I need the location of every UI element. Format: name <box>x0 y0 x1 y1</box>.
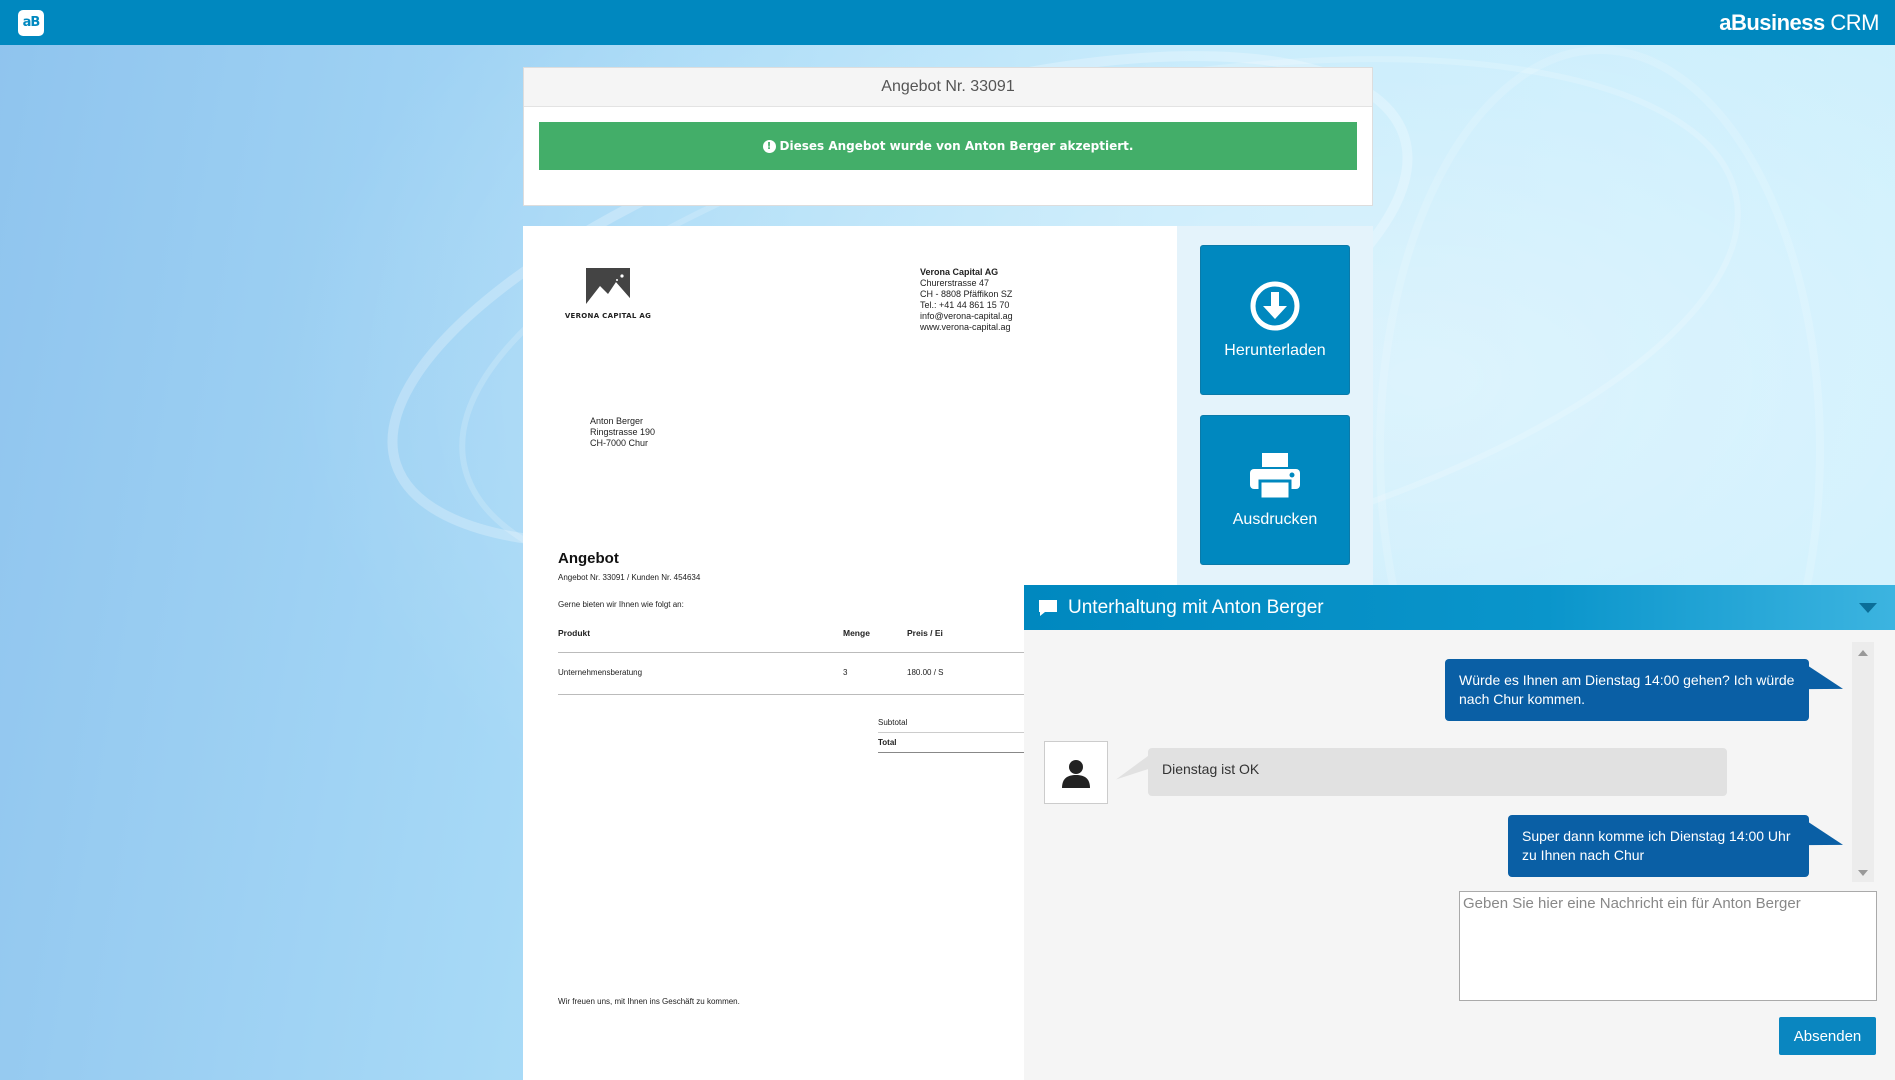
collapse-chevron-icon[interactable] <box>1859 603 1877 613</box>
info-icon: ! <box>762 139 776 153</box>
app-logo[interactable]: aB <box>18 9 44 36</box>
send-button[interactable]: Absenden <box>1779 1017 1876 1055</box>
company-logo-name: VERONA CAPITAL AG <box>564 312 652 320</box>
chat-message-incoming: Dienstag ist OK <box>1148 748 1727 796</box>
print-label: Ausdrucken <box>1232 511 1318 528</box>
sender-street: Churerstrasse 47 <box>920 278 990 288</box>
sender-city: CH - 8808 Pfäffikon SZ <box>920 289 1013 299</box>
document-heading: Angebot <box>558 550 619 567</box>
total-label: Total <box>878 738 897 747</box>
column-header-quantity: Menge <box>843 628 870 638</box>
download-label: Herunterladen <box>1224 342 1326 359</box>
chat-header[interactable]: Unterhaltung mit Anton Berger <box>1024 585 1895 630</box>
sender-phone: Tel.: +41 44 861 15 70 <box>920 300 1010 310</box>
avatar <box>1044 741 1108 804</box>
column-header-product: Produkt <box>558 628 591 638</box>
chat-message-outgoing: Super dann komme ich Dienstag 14:00 Uhr … <box>1508 815 1809 877</box>
brand-bold: aBusiness <box>1719 9 1825 35</box>
printer-icon <box>1250 453 1300 501</box>
print-button[interactable]: Ausdrucken <box>1200 415 1350 565</box>
download-icon <box>1250 281 1300 331</box>
column-header-price: Preis / Ei <box>907 628 943 638</box>
sender-company: Verona Capital AG <box>920 267 999 277</box>
accepted-message: Dieses Angebot wurde von Anton Berger ak… <box>779 139 1134 153</box>
user-avatar-icon <box>1062 759 1090 788</box>
chat-bubble-icon <box>1039 599 1057 616</box>
recipient-street: Ringstrasse 190 <box>590 427 656 437</box>
company-logo: VERONA CAPITAL AG <box>558 268 658 320</box>
sender-email: info@verona-capital.ag <box>920 311 1013 321</box>
table-cell-product: Unternehmensberatung <box>558 668 643 677</box>
chat-title: Unterhaltung mit Anton Berger <box>1068 596 1324 618</box>
top-bar: aB aBusiness CRM <box>0 0 1895 45</box>
mountain-logo-icon <box>586 268 630 304</box>
scroll-up-icon[interactable] <box>1858 650 1868 656</box>
offer-header-card: Angebot Nr. 33091 ! Dieses Angebot wurde… <box>523 67 1373 206</box>
chat-body: Würde es Ihnen am Dienstag 14:00 gehen? … <box>1024 630 1895 1080</box>
recipient-address: Anton Berger Ringstrasse 190 CH-7000 Chu… <box>590 416 655 449</box>
subtotal-label: Subtotal <box>878 718 908 727</box>
document-intro: Gerne bieten wir Ihnen wie folgt an: <box>558 600 684 609</box>
accepted-banner: ! Dieses Angebot wurde von Anton Berger … <box>539 122 1357 170</box>
message-input[interactable] <box>1459 891 1877 1001</box>
scroll-down-icon[interactable] <box>1858 870 1868 876</box>
chat-scrollbar[interactable] <box>1852 642 1874 882</box>
offer-title: Angebot Nr. 33091 <box>524 68 1372 107</box>
recipient-name: Anton Berger <box>590 416 644 426</box>
table-cell-quantity: 3 <box>843 668 848 677</box>
chat-panel: Unterhaltung mit Anton Berger Würde es I… <box>1024 585 1895 1080</box>
sender-web: www.verona-capital.ag <box>920 322 1011 332</box>
sender-address: Verona Capital AG Churerstrasse 47 CH - … <box>920 267 1013 333</box>
download-button[interactable]: Herunterladen <box>1200 245 1350 395</box>
document-reference: Angebot Nr. 33091 / Kunden Nr. 454634 <box>558 573 701 582</box>
table-cell-price: 180.00 / S <box>907 668 944 677</box>
recipient-city: CH-7000 Chur <box>590 438 649 448</box>
brand-name: aBusiness CRM <box>1719 10 1879 36</box>
brand-light: CRM <box>1830 9 1879 35</box>
document-closing: Wir freuen uns, mit Ihnen ins Geschäft z… <box>558 997 740 1006</box>
chat-message-outgoing: Würde es Ihnen am Dienstag 14:00 gehen? … <box>1445 659 1809 721</box>
